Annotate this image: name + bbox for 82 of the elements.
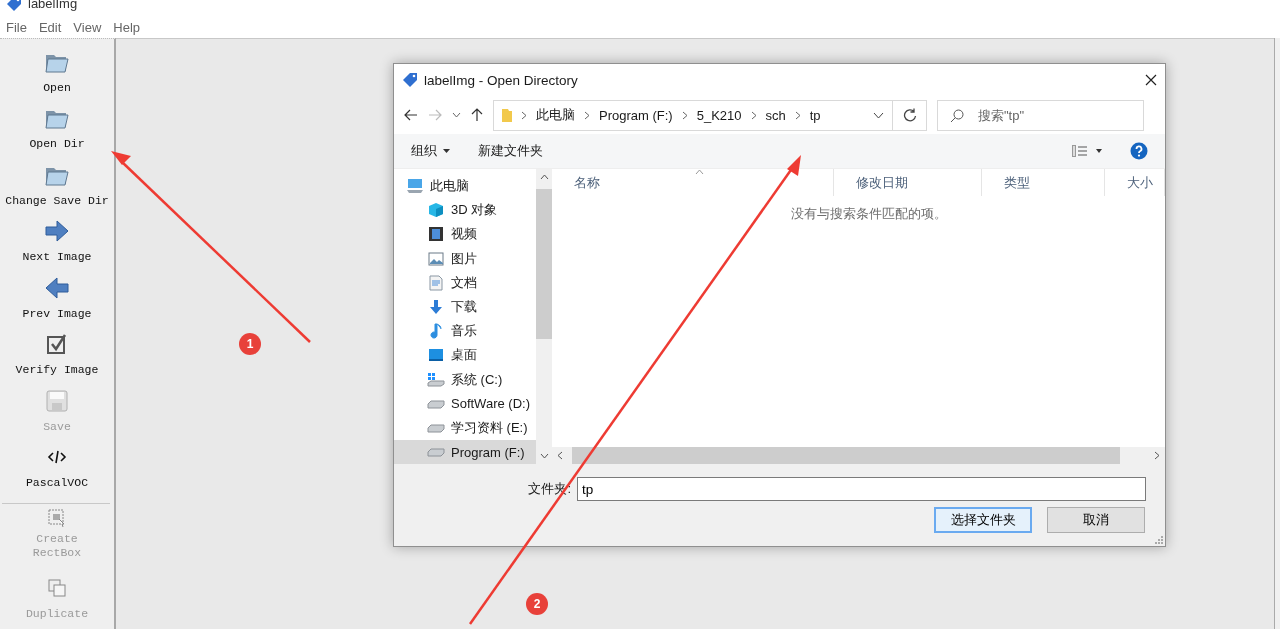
chevron-right-icon: [681, 110, 688, 120]
nav-item[interactable]: 此电脑: [394, 174, 536, 199]
menu-item[interactable]: File: [6, 19, 27, 35]
nav-item[interactable]: 音乐: [394, 319, 536, 344]
address-bar[interactable]: 此电脑 Program (F:) 5_K210 sch tp: [493, 99, 893, 131]
nav-item[interactable]: 桌面: [394, 343, 536, 368]
toolbar-button[interactable]: PascalVOC: [0, 442, 114, 499]
system-drive-icon: [427, 371, 445, 388]
dialog-button[interactable]: 选择文件夹: [934, 507, 1032, 533]
search-field[interactable]: 搜索"tp": [937, 99, 1144, 131]
menu-item[interactable]: Edit: [38, 19, 62, 35]
chevron-down-icon[interactable]: [452, 112, 461, 118]
drive-icon: [427, 447, 445, 458]
chevron-right-icon: [584, 110, 590, 120]
column-header[interactable]: 修改日期: [856, 173, 908, 192]
drive-icon: [427, 422, 445, 433]
toolbar-button[interactable]: Verify Image: [0, 329, 114, 386]
toolbar-button[interactable]: Next Image: [0, 216, 114, 273]
chevron-right-icon: [794, 110, 801, 120]
toolbar-button[interactable]: Prev Image: [0, 272, 114, 330]
dropdown-caret-icon: [443, 149, 450, 153]
scrollbar-thumb[interactable]: [572, 447, 1120, 464]
film-icon: [428, 226, 444, 243]
folder-name-field[interactable]: tp: [577, 477, 1146, 501]
breadcrumb-item[interactable]: 5_K210: [696, 107, 742, 123]
chevron-right-icon: [750, 110, 757, 120]
folder-icon: [502, 107, 512, 123]
drive-icon: [427, 398, 445, 409]
document-icon: [429, 274, 443, 291]
resize-grip-icon[interactable]: [1154, 535, 1163, 544]
toolbar-button[interactable]: Open: [0, 47, 114, 104]
sort-caret-icon: [695, 169, 704, 175]
arrow-right-icon: [44, 218, 70, 245]
checkbox-icon: [45, 332, 69, 357]
breadcrumb-item[interactable]: 此电脑: [536, 106, 575, 124]
nav-item[interactable]: SoftWare (D:): [394, 391, 536, 416]
nav-item[interactable]: 文档: [394, 270, 536, 295]
code-icon: [47, 450, 67, 465]
refresh-icon: [902, 108, 917, 122]
menu-item[interactable]: Help: [113, 19, 141, 35]
close-icon[interactable]: [1145, 74, 1157, 86]
nav-item[interactable]: Program (F:): [394, 440, 536, 464]
cube-icon: [428, 202, 444, 219]
up-arrow-icon[interactable]: [471, 108, 483, 122]
folder-label: 文件夹:: [528, 480, 571, 498]
nav-item[interactable]: 下载: [394, 294, 536, 320]
refresh-button[interactable]: [893, 99, 927, 131]
breadcrumb-item[interactable]: tp: [809, 107, 821, 123]
tag-icon: [402, 72, 418, 88]
command-button[interactable]: 组织: [411, 142, 450, 160]
breadcrumb-item[interactable]: sch: [765, 107, 786, 123]
toolbar-button[interactable]: Open Dir: [0, 103, 114, 160]
nav-item[interactable]: 系统 (C:): [394, 367, 536, 392]
dialog-button[interactable]: 取消: [1047, 507, 1145, 533]
scrollbar-thumb[interactable]: [536, 189, 552, 339]
dialog-title: labelImg - Open Directory: [424, 72, 579, 88]
arrow-left-icon: [44, 274, 70, 301]
nav-item[interactable]: 3D 对象: [394, 198, 536, 223]
nav-item[interactable]: 图片: [394, 246, 536, 271]
column-header[interactable]: 名称: [574, 173, 600, 192]
back-arrow-icon[interactable]: [404, 109, 418, 121]
column-header[interactable]: 大小: [1127, 173, 1153, 192]
help-icon[interactable]: [1130, 142, 1148, 160]
computer-icon: [406, 178, 424, 195]
music-note-icon: [430, 323, 442, 340]
nav-item[interactable]: 学习资料 (E:): [394, 415, 536, 441]
rectangle-select-icon: [47, 507, 67, 528]
chevron-right-icon: [521, 110, 527, 120]
tag-icon: [6, 0, 22, 12]
desktop-icon: [428, 348, 444, 363]
download-arrow-icon: [429, 299, 443, 316]
view-options-icon[interactable]: [1072, 145, 1102, 157]
empty-message: 没有与搜索条件匹配的项。: [790, 207, 947, 221]
command-button[interactable]: 新建文件夹: [478, 142, 543, 160]
chevron-down-icon[interactable]: [873, 111, 884, 119]
nav-item[interactable]: 视频: [394, 222, 536, 247]
toolbar-button[interactable]: Change Save Dir: [0, 159, 114, 217]
column-header[interactable]: 类型: [1004, 173, 1030, 192]
breadcrumb-item[interactable]: Program (F:): [599, 107, 673, 123]
picture-icon: [428, 251, 444, 266]
menu-item[interactable]: View: [73, 19, 102, 35]
duplicate-icon: [47, 577, 67, 598]
